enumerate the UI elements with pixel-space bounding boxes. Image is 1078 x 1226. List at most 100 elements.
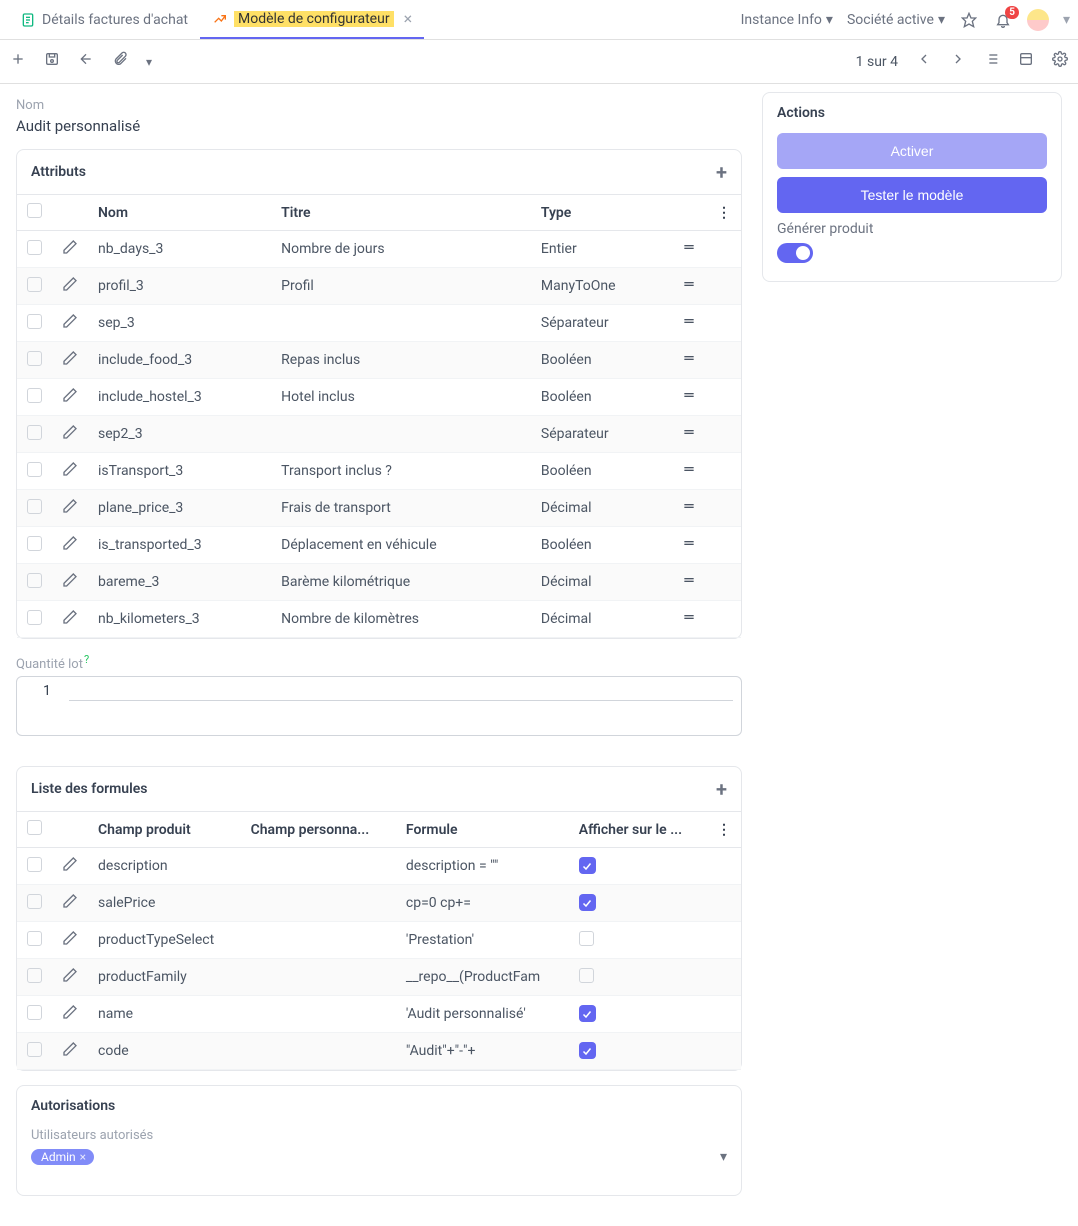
edit-icon[interactable] (62, 428, 78, 444)
select-all-checkbox[interactable] (27, 203, 42, 218)
chevron-down-icon[interactable]: ▾ (720, 1149, 727, 1165)
row-checkbox[interactable] (27, 351, 42, 366)
col-type[interactable]: Type (531, 195, 671, 231)
row-checkbox[interactable] (27, 314, 42, 329)
row-checkbox[interactable] (27, 857, 42, 872)
user-chip[interactable]: Admin × (31, 1149, 94, 1165)
row-checkbox[interactable] (27, 573, 42, 588)
edit-icon[interactable] (62, 539, 78, 555)
save-button[interactable] (44, 51, 60, 72)
edit-icon[interactable] (62, 1045, 78, 1061)
edit-icon[interactable] (62, 934, 78, 950)
table-row[interactable]: plane_price_3Frais de transportDécimal (17, 490, 741, 527)
row-checkbox[interactable] (27, 1005, 42, 1020)
checkbox-unchecked[interactable] (579, 968, 594, 983)
table-row[interactable]: productTypeSelect'Prestation' (17, 922, 741, 959)
notifications-icon[interactable]: 5 (993, 10, 1013, 30)
drag-handle[interactable] (671, 231, 707, 268)
row-checkbox[interactable] (27, 499, 42, 514)
tab-purchase-invoice-details[interactable]: Détails factures d'achat (8, 0, 200, 39)
next-button[interactable] (950, 51, 966, 72)
table-row[interactable]: productFamily__repo__(ProductFam (17, 959, 741, 996)
drag-handle[interactable] (671, 527, 707, 564)
col-custom-field[interactable]: Champ personna... (241, 812, 396, 848)
prev-button[interactable] (916, 51, 932, 72)
table-row[interactable]: name'Audit personnalisé' (17, 996, 741, 1033)
edit-icon[interactable] (62, 1008, 78, 1024)
dropdown-button[interactable]: ▾ (146, 55, 152, 69)
new-button[interactable] (10, 51, 26, 72)
instance-info-menu[interactable]: Instance Info ▾ (741, 12, 833, 28)
checkbox-checked[interactable] (579, 894, 596, 911)
drag-handle[interactable] (671, 342, 707, 379)
qlot-input[interactable] (69, 683, 733, 701)
caret-down-icon[interactable]: ▾ (1063, 12, 1070, 28)
row-checkbox[interactable] (27, 931, 42, 946)
table-row[interactable]: include_hostel_3Hotel inclusBooléen (17, 379, 741, 416)
table-row[interactable]: code"Audit"+"-"+ (17, 1033, 741, 1070)
table-row[interactable]: nb_days_3Nombre de joursEntier (17, 231, 741, 268)
drag-handle[interactable] (671, 416, 707, 453)
edit-icon[interactable] (62, 897, 78, 913)
remove-chip-icon[interactable]: × (80, 1150, 86, 1164)
table-row[interactable]: bareme_3Barème kilométriqueDécimal (17, 564, 741, 601)
row-checkbox[interactable] (27, 610, 42, 625)
drag-handle[interactable] (671, 268, 707, 305)
drag-handle[interactable] (671, 564, 707, 601)
edit-icon[interactable] (62, 613, 78, 629)
edit-icon[interactable] (62, 860, 78, 876)
favorite-icon[interactable] (959, 10, 979, 30)
drag-handle[interactable] (671, 379, 707, 416)
add-formula-button[interactable]: + (716, 777, 727, 801)
settings-button[interactable] (1052, 51, 1068, 72)
table-row[interactable]: nb_kilometers_3Nombre de kilomètresDécim… (17, 601, 741, 638)
edit-icon[interactable] (62, 354, 78, 370)
row-checkbox[interactable] (27, 425, 42, 440)
column-menu[interactable]: ⋮ (707, 812, 741, 848)
row-checkbox[interactable] (27, 388, 42, 403)
col-formula[interactable]: Formule (396, 812, 569, 848)
checkbox-unchecked[interactable] (579, 931, 594, 946)
col-nom[interactable]: Nom (88, 195, 271, 231)
row-checkbox[interactable] (27, 1042, 42, 1057)
table-row[interactable]: sep_3Séparateur (17, 305, 741, 342)
attachment-button[interactable] (112, 51, 128, 72)
edit-icon[interactable] (62, 280, 78, 296)
row-checkbox[interactable] (27, 894, 42, 909)
edit-icon[interactable] (62, 317, 78, 333)
add-attribute-button[interactable]: + (716, 160, 727, 184)
edit-icon[interactable] (62, 971, 78, 987)
avatar[interactable] (1027, 9, 1049, 31)
form-view-button[interactable] (1018, 51, 1034, 72)
generate-product-toggle[interactable] (777, 243, 813, 263)
select-all-checkbox[interactable] (27, 820, 42, 835)
active-company-menu[interactable]: Société active ▾ (847, 12, 945, 28)
table-row[interactable]: include_food_3Repas inclusBooléen (17, 342, 741, 379)
drag-handle[interactable] (671, 490, 707, 527)
row-checkbox[interactable] (27, 277, 42, 292)
edit-icon[interactable] (62, 391, 78, 407)
list-view-button[interactable] (984, 51, 1000, 72)
row-checkbox[interactable] (27, 240, 42, 255)
activate-button[interactable]: Activer (777, 133, 1047, 169)
table-row[interactable]: profil_3ProfilManyToOne (17, 268, 741, 305)
col-titre[interactable]: Titre (271, 195, 531, 231)
edit-icon[interactable] (62, 243, 78, 259)
row-checkbox[interactable] (27, 536, 42, 551)
row-checkbox[interactable] (27, 462, 42, 477)
drag-handle[interactable] (671, 305, 707, 342)
drag-handle[interactable] (671, 453, 707, 490)
table-row[interactable]: sep2_3Séparateur (17, 416, 741, 453)
test-model-button[interactable]: Tester le modèle (777, 177, 1047, 213)
table-row[interactable]: is_transported_3Déplacement en véhiculeB… (17, 527, 741, 564)
close-icon[interactable]: × (404, 9, 413, 28)
back-button[interactable] (78, 51, 94, 72)
table-row[interactable]: salePricecp=0 cp+= (17, 885, 741, 922)
edit-icon[interactable] (62, 576, 78, 592)
table-row[interactable]: isTransport_3Transport inclus ?Booléen (17, 453, 741, 490)
tab-configurator-model[interactable]: Modèle de configurateur × (200, 0, 424, 39)
edit-icon[interactable] (62, 465, 78, 481)
col-show[interactable]: Afficher sur le ... (569, 812, 707, 848)
drag-handle[interactable] (671, 601, 707, 638)
col-product-field[interactable]: Champ produit (88, 812, 241, 848)
